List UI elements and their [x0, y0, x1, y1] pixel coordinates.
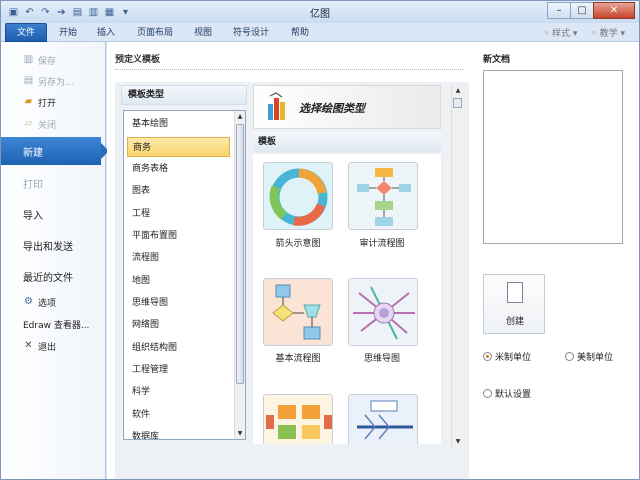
open-folder-icon: ▰ [24, 96, 33, 107]
menu-options[interactable]: ⚙ 选项 [1, 292, 106, 312]
save-as-icon: ▤ [23, 75, 34, 86]
drawing-type-banner: 选择绘图类型 [253, 85, 441, 129]
menu-import[interactable]: 导入 [1, 200, 106, 228]
menu-export-send[interactable]: 导出和发送 [1, 231, 106, 259]
category-list: 基本绘图 商务 商务表格 图表 工程 平面布置图 流程图 地图 思维导图 网络图… [123, 110, 246, 440]
tab-insert[interactable]: 插入 [97, 25, 115, 41]
category-item[interactable]: 网络图 [127, 315, 230, 335]
banner-text: 选择绘图类型 [299, 102, 365, 115]
exit-icon: ✕ [24, 340, 33, 351]
template-scrollbar[interactable]: ▲ ▼ [451, 85, 463, 447]
ribbon-tab-bar: 文件 开始 插入 页面布局 视图 符号设计 帮助 ◦ 样式 ▾ ◦ 教学 ▾ [1, 23, 639, 42]
menu-edraw-viewer[interactable]: Edraw 查看器... [1, 314, 106, 334]
tutorial-menu[interactable]: ◦ 教学 ▾ [591, 26, 625, 39]
template-label: 审计流程图 [359, 239, 405, 249]
template-label: 基本流程图 [275, 354, 321, 364]
category-item[interactable]: 地图 [127, 271, 230, 291]
backstage-menu: ▥ 保存 ▤ 另存为... ▰ 打开 ▱ 关闭 新建 打印 导入 导出和发送 最… [1, 42, 109, 479]
radio-dot [483, 389, 492, 398]
menu-open[interactable]: ▰ 打开 [1, 92, 106, 112]
radio-dot [565, 352, 574, 361]
tab-view[interactable]: 视图 [194, 25, 212, 41]
template-arrow-diagram[interactable] [263, 162, 333, 230]
matrix-thumbnail [266, 405, 332, 439]
save-icon: ▥ [23, 54, 34, 65]
tab-file[interactable]: 文件 [5, 23, 47, 42]
create-button[interactable]: 创建 [483, 274, 545, 334]
scroll-down-arrow-icon[interactable]: ▼ [452, 436, 464, 447]
category-item[interactable]: 图表 [127, 181, 230, 201]
app-window: ▣ ↶ ↷ ➔ ▤ ▥ ▦ ▾ 亿图 – □ ✕ 文件 开始 插入 页面布局 视… [0, 0, 640, 480]
menu-exit[interactable]: ✕ 退出 [1, 336, 106, 356]
category-item[interactable]: 组织结构图 [127, 338, 230, 358]
maximize-button[interactable]: □ [570, 2, 594, 19]
category-item[interactable]: 流程图 [127, 248, 230, 268]
window-title: 亿图 [310, 9, 330, 20]
template-label: 思维导图 [363, 354, 400, 364]
menu-close[interactable]: ▱ 关闭 [1, 114, 106, 134]
default-settings-radio[interactable]: 默认设置 [483, 387, 531, 400]
ribbon-right-area: ◦ 样式 ▾ ◦ 教学 ▾ [544, 26, 625, 39]
template-label: 箭头示意图 [275, 239, 321, 249]
divider [115, 69, 463, 70]
category-item[interactable]: 软件 [127, 405, 230, 425]
scroll-thumb[interactable] [453, 98, 462, 108]
style-menu[interactable]: ◦ 样式 ▾ [544, 26, 578, 39]
tab-home[interactable]: 开始 [59, 25, 77, 41]
category-item[interactable]: 基本绘图 [127, 114, 230, 134]
close-folder-icon: ▱ [24, 118, 33, 129]
mind-map-thumbnail [353, 286, 415, 340]
tab-symbol-design[interactable]: 符号设计 [233, 25, 269, 41]
options-icon: ⚙ [24, 296, 33, 307]
menu-recent-files[interactable]: 最近的文件 [1, 262, 106, 290]
category-item[interactable]: 思维导图 [127, 293, 230, 313]
scroll-up-arrow-icon[interactable]: ▲ [235, 111, 245, 122]
minimize-button[interactable]: – [547, 2, 571, 19]
document-preview [483, 70, 623, 244]
template-card[interactable] [348, 394, 418, 444]
category-item[interactable]: 商务表格 [127, 159, 230, 179]
menu-save[interactable]: ▥ 保存 [1, 50, 106, 70]
scroll-thumb[interactable] [236, 124, 244, 384]
title-bar: ▣ ↶ ↷ ➔ ▤ ▥ ▦ ▾ 亿图 – □ ✕ [1, 1, 639, 23]
menu-new[interactable]: 新建 [1, 137, 109, 165]
blank-document-icon [507, 282, 523, 303]
templates-panel-title: 预定义模板 [115, 55, 161, 65]
scroll-up-arrow-icon[interactable]: ▲ [452, 85, 464, 96]
templates-header: 模板 [253, 132, 441, 152]
scroll-down-arrow-icon[interactable]: ▼ [235, 428, 245, 439]
menu-save-as[interactable]: ▤ 另存为... [1, 71, 106, 91]
radio-dot [483, 352, 492, 361]
audit-flow-thumbnail [357, 168, 411, 226]
category-item[interactable]: 工程管理 [127, 360, 230, 380]
tab-help[interactable]: 帮助 [291, 25, 309, 41]
category-item[interactable]: 平面布置图 [127, 226, 230, 246]
category-header: 模板类型 [121, 85, 247, 105]
template-audit-flowchart[interactable] [348, 162, 418, 230]
paint-tools-icon [268, 92, 285, 120]
category-item-selected[interactable]: 商务 [127, 137, 230, 157]
category-item[interactable]: 数据库 [127, 427, 230, 439]
category-scrollbar[interactable]: ▲ ▼ [234, 111, 245, 439]
category-item[interactable]: 科学 [127, 382, 230, 402]
fishbone-thumbnail [357, 400, 413, 440]
new-document-panel: 新文档 创建 米制单位 美制单位 默认设置 [469, 42, 639, 479]
menu-print[interactable]: 打印 [1, 169, 106, 197]
basic-flow-thumbnail [272, 284, 321, 340]
us-units-radio[interactable]: 美制单位 [565, 350, 613, 363]
template-card[interactable] [263, 394, 333, 444]
template-mind-map[interactable] [348, 278, 418, 346]
window-controls: – □ ✕ [547, 2, 635, 19]
template-basic-flowchart[interactable] [263, 278, 333, 346]
metric-units-radio[interactable]: 米制单位 [483, 350, 531, 363]
tab-page-layout[interactable]: 页面布局 [137, 25, 173, 41]
template-gallery: 箭头示意图 审计流程图 基本流程图 思维导图 [253, 154, 441, 444]
templates-panel: 预定义模板 模板类型 基本绘图 商务 商务表格 图表 工程 平面布置图 流程图 … [107, 42, 471, 479]
category-item[interactable]: 工程 [127, 204, 230, 224]
arrow-cycle-thumbnail [269, 168, 328, 226]
new-document-title: 新文档 [483, 55, 511, 65]
close-button[interactable]: ✕ [593, 2, 635, 19]
